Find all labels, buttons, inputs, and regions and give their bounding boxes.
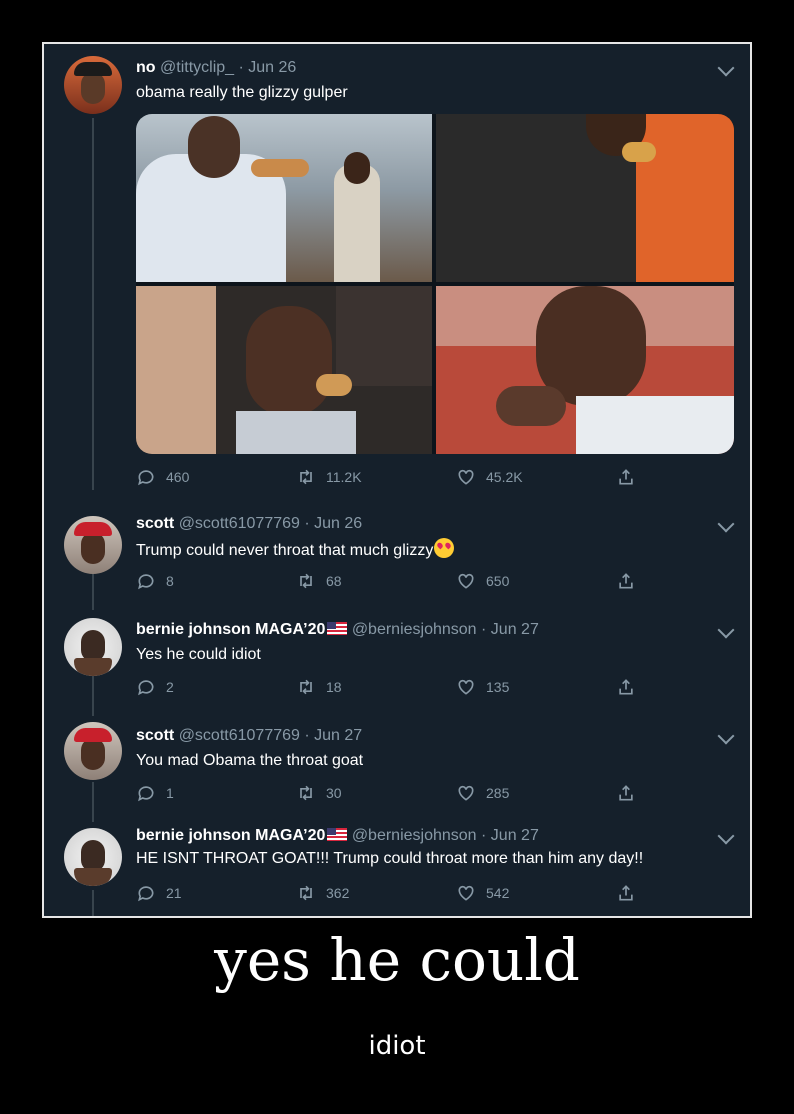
retweet-count: 11.2K xyxy=(326,469,362,485)
like-icon xyxy=(458,785,474,801)
retweet-button[interactable]: 11.2K xyxy=(296,466,362,488)
retweet-count: 362 xyxy=(326,885,350,901)
author-handle[interactable]: @tittyclip_ xyxy=(160,59,234,76)
photo-top-left[interactable] xyxy=(136,114,432,282)
author-handle[interactable]: @scott61077769 xyxy=(179,515,300,532)
reply-count: 2 xyxy=(166,679,174,695)
tweet-date[interactable]: · Jun 27 xyxy=(481,621,539,638)
photo-top-right[interactable] xyxy=(436,114,734,282)
reply-button[interactable]: 1 xyxy=(136,782,174,804)
poster-subtitle: idiot xyxy=(368,1031,426,1061)
like-count: 45.2K xyxy=(486,469,523,485)
reply-icon xyxy=(138,470,154,486)
share-icon xyxy=(619,679,633,695)
reply-button[interactable]: 460 xyxy=(136,466,189,488)
share-icon xyxy=(619,469,633,485)
retweet-count: 68 xyxy=(326,573,342,589)
tweet-date[interactable]: · Jun 27 xyxy=(481,827,539,844)
reply-count: 8 xyxy=(166,573,174,589)
tweet-thread-screenshot: no @tittyclip_ · Jun 26 obama really the… xyxy=(42,42,752,918)
like-button[interactable]: 542 xyxy=(456,882,509,904)
photo-bottom-right[interactable] xyxy=(436,286,734,454)
retweet-icon xyxy=(300,885,312,901)
share-button[interactable] xyxy=(616,570,646,592)
us-flag-icon xyxy=(327,622,348,635)
tweet[interactable]: scott @scott61077769 · Jun 27 You mad Ob… xyxy=(44,718,750,822)
share-button[interactable] xyxy=(616,676,646,698)
author-name[interactable]: bernie johnson MAGA’20 xyxy=(136,827,325,844)
author-name[interactable]: no xyxy=(136,59,156,76)
tweet-date[interactable]: · Jun 26 xyxy=(239,59,297,76)
reply-icon xyxy=(138,886,154,902)
like-count: 542 xyxy=(486,885,510,901)
reply-icon xyxy=(138,786,154,802)
reply-button[interactable]: 2 xyxy=(136,676,174,698)
tweet-text: HE ISNT THROAT GOAT!!! Trump could throa… xyxy=(136,850,644,867)
tweet[interactable]: no @tittyclip_ · Jun 26 obama really the… xyxy=(44,44,750,504)
like-button[interactable]: 285 xyxy=(456,782,509,804)
tweet-text: Trump could never throat that much glizz… xyxy=(136,542,434,559)
author-name[interactable]: bernie johnson MAGA’20 xyxy=(136,621,325,638)
share-button[interactable] xyxy=(616,782,646,804)
avatar[interactable] xyxy=(64,722,122,780)
share-button[interactable] xyxy=(616,882,646,904)
tweet-text: Yes he could idiot xyxy=(136,646,261,663)
reply-button[interactable]: 8 xyxy=(136,570,174,592)
retweet-count: 18 xyxy=(326,679,342,695)
like-count: 135 xyxy=(486,679,510,695)
us-flag-icon xyxy=(327,828,348,841)
tweet[interactable]: bernie johnson MAGA’20 @berniesjohnson ·… xyxy=(44,824,750,916)
avatar[interactable] xyxy=(64,828,122,886)
retweet-button[interactable]: 30 xyxy=(296,782,342,804)
author-handle[interactable]: @scott61077769 xyxy=(179,727,300,744)
heart-eyes-emoji xyxy=(434,538,455,558)
tweet-text: You mad Obama the throat goat xyxy=(136,752,364,769)
reply-icon xyxy=(138,574,154,590)
like-icon xyxy=(458,573,474,589)
retweet-icon xyxy=(300,785,312,801)
share-icon xyxy=(619,785,633,801)
retweet-button[interactable]: 18 xyxy=(296,676,342,698)
retweet-icon xyxy=(300,679,312,695)
tweet-date[interactable]: · Jun 26 xyxy=(304,515,362,532)
tweet[interactable]: scott @scott61077769 · Jun 26 Trump coul… xyxy=(44,506,750,610)
retweet-count: 30 xyxy=(326,785,342,801)
share-icon xyxy=(619,885,633,901)
like-button[interactable]: 650 xyxy=(456,570,509,592)
retweet-button[interactable]: 362 xyxy=(296,882,349,904)
poster-title: yes he could xyxy=(214,926,580,994)
like-count: 650 xyxy=(486,573,510,589)
share-icon xyxy=(619,573,633,589)
like-count: 285 xyxy=(486,785,510,801)
like-button[interactable]: 135 xyxy=(456,676,509,698)
tweet[interactable]: bernie johnson MAGA’20 @berniesjohnson ·… xyxy=(44,612,750,716)
reply-button[interactable]: 21 xyxy=(136,882,182,904)
avatar[interactable] xyxy=(64,618,122,676)
reply-icon xyxy=(138,680,154,696)
like-button[interactable]: 45.2K xyxy=(456,466,523,488)
retweet-button[interactable]: 68 xyxy=(296,570,342,592)
retweet-icon xyxy=(300,573,312,589)
reply-count: 460 xyxy=(166,469,190,485)
reply-count: 1 xyxy=(166,785,174,801)
reply-count: 21 xyxy=(166,885,182,901)
share-button[interactable] xyxy=(616,466,646,488)
tweet-date[interactable]: · Jun 27 xyxy=(304,727,362,744)
like-icon xyxy=(458,885,474,901)
like-icon xyxy=(458,679,474,695)
author-name[interactable]: scott xyxy=(136,727,174,744)
photo-bottom-left[interactable] xyxy=(136,286,432,454)
avatar[interactable] xyxy=(64,56,122,114)
author-handle[interactable]: @berniesjohnson xyxy=(352,621,477,638)
author-handle[interactable]: @berniesjohnson xyxy=(352,827,477,844)
tweet-text: obama really the glizzy gulper xyxy=(136,84,348,101)
retweet-icon xyxy=(300,469,312,485)
avatar[interactable] xyxy=(64,516,122,574)
tweet-media[interactable] xyxy=(136,114,734,454)
like-icon xyxy=(458,469,474,485)
author-name[interactable]: scott xyxy=(136,515,174,532)
